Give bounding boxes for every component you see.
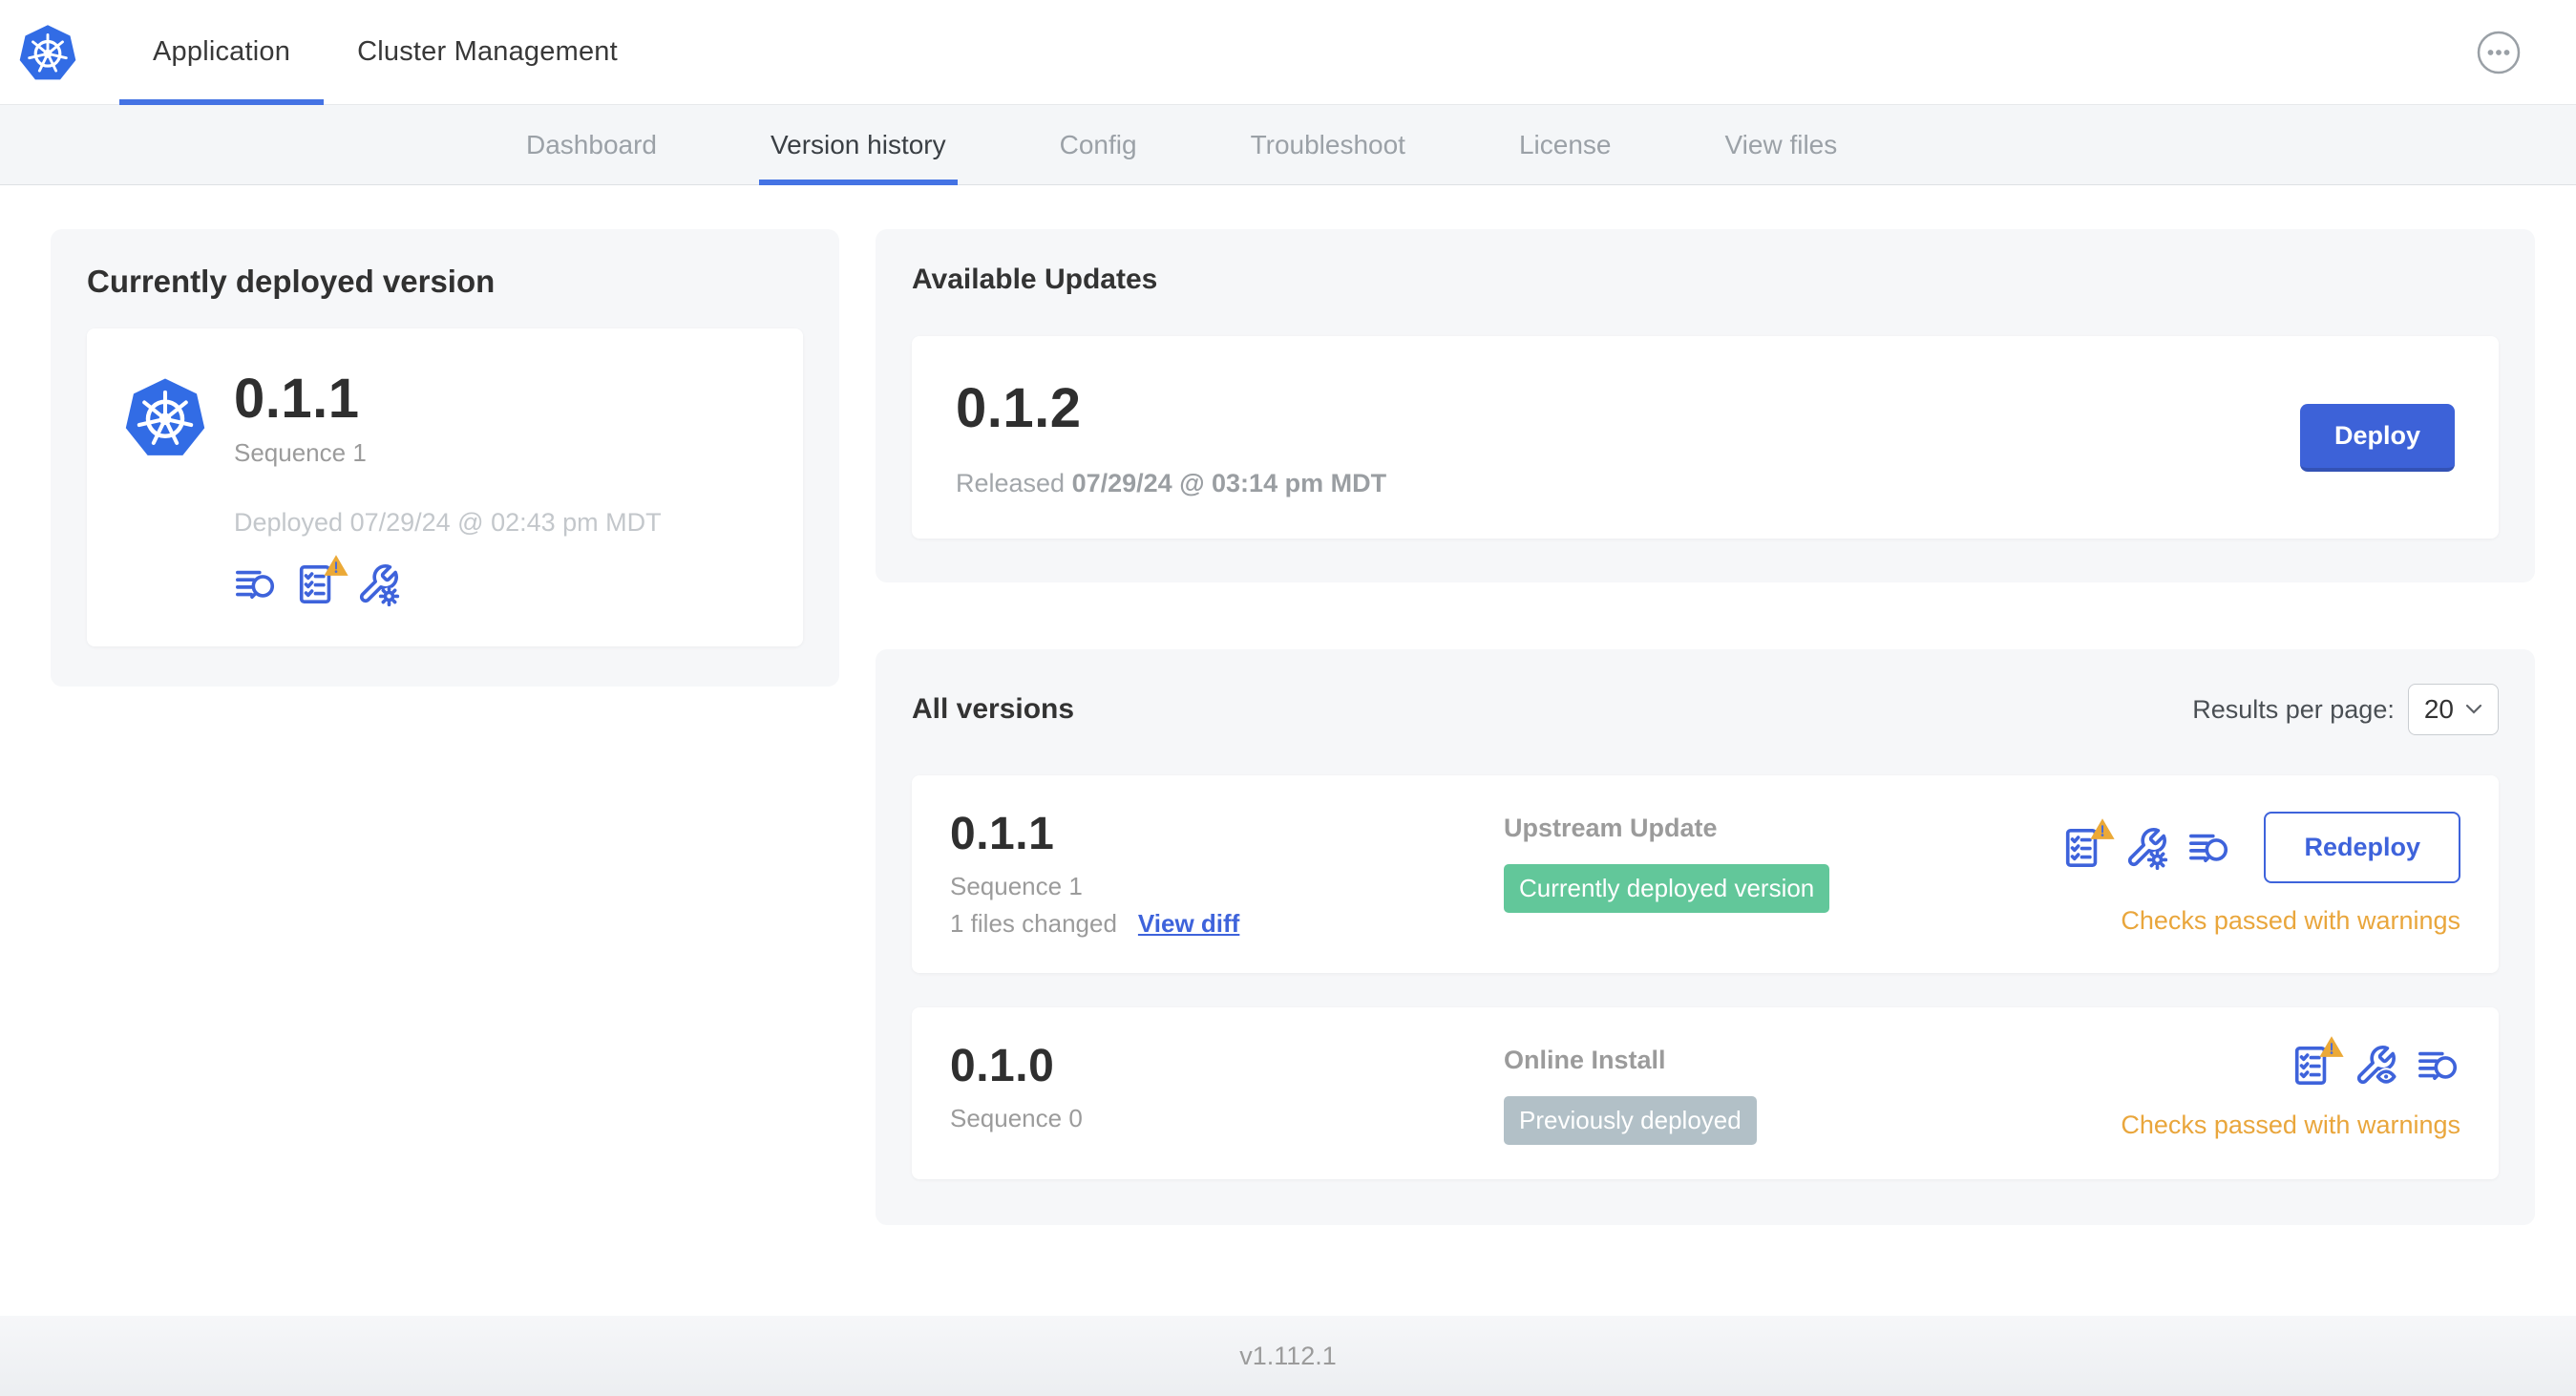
app-subnav: Dashboard Version history Config Trouble… bbox=[0, 105, 2576, 185]
console-version: v1.112.1 bbox=[1239, 1341, 1337, 1370]
results-per-page-label: Results per page: bbox=[2192, 694, 2395, 724]
tab-application[interactable]: Application bbox=[119, 0, 325, 105]
results-per-page-select[interactable]: 20 bbox=[2407, 684, 2499, 735]
version-row-0-1-1: 0.1.1 Sequence 1 1 files changed View di… bbox=[912, 775, 2499, 973]
preflight-checks-warning-icon[interactable] bbox=[2061, 817, 2116, 870]
tab-license[interactable]: License bbox=[1508, 105, 1623, 184]
warning-triangle-icon bbox=[2319, 1036, 2344, 1057]
files-changed-label: 1 files changed bbox=[950, 909, 1117, 938]
update-row: 0.1.2 Released 07/29/24 @ 03:14 pm MDT D… bbox=[912, 336, 2499, 539]
logs-icon[interactable] bbox=[2187, 826, 2231, 870]
currently-deployed-card: Currently deployed version 0.1.1 Sequenc… bbox=[51, 229, 839, 687]
current-version-actions bbox=[234, 555, 769, 606]
current-version-number: 0.1.1 bbox=[234, 368, 360, 430]
update-version-number: 0.1.2 bbox=[956, 377, 1082, 439]
preflight-checks-warning-icon[interactable] bbox=[295, 555, 348, 606]
logs-icon[interactable] bbox=[2417, 1044, 2460, 1088]
right-column: Available Updates 0.1.2 Released 07/29/2… bbox=[876, 229, 2535, 1225]
current-version-deployed-date: Deployed 07/29/24 @ 02:43 pm MDT bbox=[234, 508, 662, 537]
ellipsis-menu-icon[interactable] bbox=[2477, 31, 2521, 74]
update-released-date: Released 07/29/24 @ 03:14 pm MDT bbox=[956, 469, 1386, 498]
tab-troubleshoot[interactable]: Troubleshoot bbox=[1239, 105, 1417, 184]
available-updates-card: Available Updates 0.1.2 Released 07/29/2… bbox=[876, 229, 2535, 582]
kubernetes-app-icon bbox=[125, 378, 205, 455]
config-icon[interactable] bbox=[356, 562, 400, 606]
app-header: Application Cluster Management bbox=[0, 0, 2576, 105]
warning-triangle-icon bbox=[2090, 817, 2116, 839]
row-version-number: 0.1.1 bbox=[950, 809, 1055, 859]
main-content: Currently deployed version 0.1.1 Sequenc… bbox=[0, 185, 2576, 1316]
row-sequence: Sequence 0 bbox=[950, 1104, 1083, 1132]
tab-cluster-management[interactable]: Cluster Management bbox=[324, 0, 651, 104]
tab-view-files[interactable]: View files bbox=[1713, 105, 1848, 184]
preflight-checks-warning-icon[interactable] bbox=[2291, 1036, 2344, 1088]
preflight-status-text[interactable]: Checks passed with warnings bbox=[2121, 1110, 2460, 1140]
row-version-number: 0.1.0 bbox=[950, 1041, 1055, 1091]
chevron-down-icon bbox=[2465, 704, 2482, 714]
row-sequence: Sequence 1 bbox=[950, 872, 1083, 900]
view-config-icon[interactable] bbox=[2354, 1044, 2397, 1088]
config-icon[interactable] bbox=[2124, 826, 2168, 870]
preflight-status-text[interactable]: Checks passed with warnings bbox=[2121, 906, 2460, 936]
tab-config[interactable]: Config bbox=[1048, 105, 1149, 184]
header-tabs: Application Cluster Management bbox=[119, 0, 651, 105]
deployed-status-badge: Previously deployed bbox=[1504, 1096, 1757, 1145]
currently-deployed-version-card: 0.1.1 Sequence 1 Deployed 07/29/24 @ 02:… bbox=[87, 328, 803, 646]
available-updates-title: Available Updates bbox=[912, 264, 1158, 295]
deployed-status-badge: Currently deployed version bbox=[1504, 864, 1830, 913]
all-versions-title: All versions bbox=[912, 693, 1075, 725]
version-row-0-1-0: 0.1.0 Sequence 0 Online Install Previous… bbox=[912, 1007, 2499, 1179]
all-versions-card: All versions Results per page: 20 0.1.1 bbox=[876, 649, 2535, 1225]
current-version-sequence: Sequence 1 bbox=[234, 438, 367, 467]
released-label: Released bbox=[956, 469, 1066, 497]
currently-deployed-title: Currently deployed version bbox=[87, 264, 496, 299]
row-source-label: Upstream Update bbox=[1504, 814, 1718, 842]
redeploy-button[interactable]: Redeploy bbox=[2264, 812, 2460, 883]
logs-icon[interactable] bbox=[234, 562, 278, 606]
results-per-page-value: 20 bbox=[2423, 694, 2454, 724]
kubernetes-logo-icon bbox=[19, 24, 76, 79]
released-value: 07/29/24 @ 03:14 pm MDT bbox=[1071, 469, 1387, 497]
app-footer: v1.112.1 bbox=[0, 1316, 2576, 1396]
tab-version-history[interactable]: Version history bbox=[758, 105, 958, 185]
row-source-label: Online Install bbox=[1504, 1046, 1666, 1074]
tab-dashboard[interactable]: Dashboard bbox=[515, 105, 668, 184]
view-diff-link[interactable]: View diff bbox=[1138, 909, 1239, 939]
deploy-button[interactable]: Deploy bbox=[2299, 403, 2455, 472]
warning-triangle-icon bbox=[324, 555, 348, 576]
